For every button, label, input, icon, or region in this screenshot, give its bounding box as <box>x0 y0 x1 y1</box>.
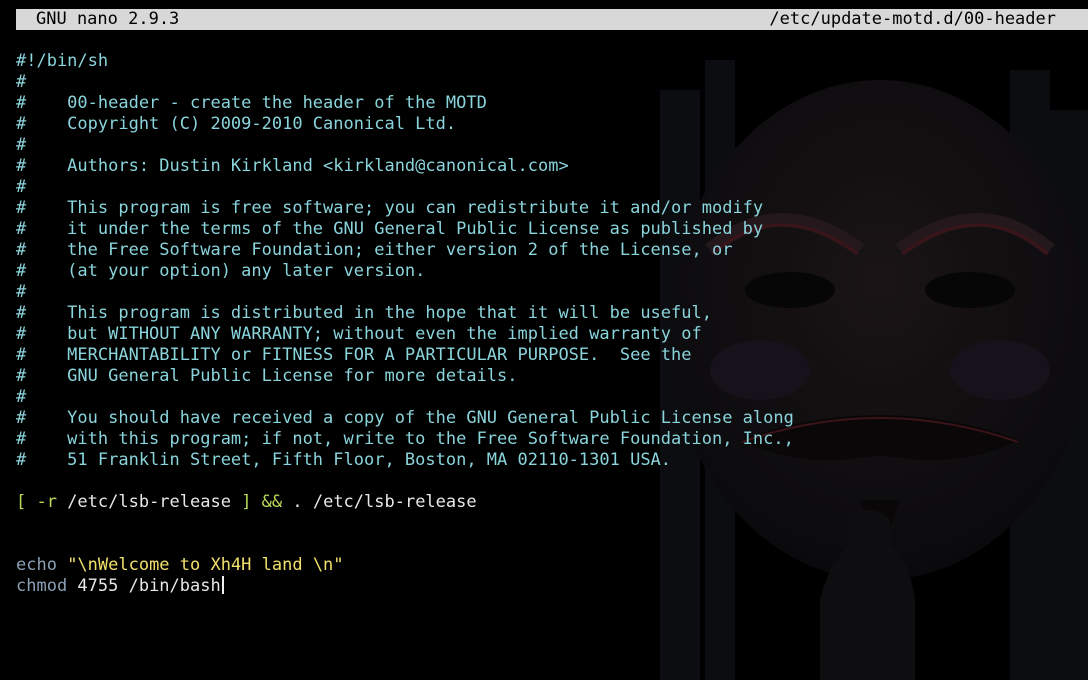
code-line: # <box>16 387 27 407</box>
code-line: #!/bin/sh <box>16 51 109 71</box>
echo-string: "\nWelcome to Xh4H land \n" <box>56 555 344 575</box>
nano-title-bar: GNU nano 2.9.3 /etc/update-motd.d/00-hea… <box>16 9 1088 30</box>
code-line-lsb-release: [ -r /etc/lsb-release ] && . /etc/lsb-re… <box>16 492 1076 513</box>
code-line: # This program is distributed in the hop… <box>16 303 712 323</box>
code-line: # 00-header - create the header of the M… <box>16 93 487 113</box>
code-line-chmod: chmod 4755 /bin/bash <box>16 576 1076 597</box>
code-line: # GNU General Public License for more de… <box>16 366 518 386</box>
file-path-label: /etc/update-motd.d/00-header <box>769 9 1056 29</box>
code-line: # it under the terms of the GNU General … <box>16 219 764 239</box>
chmod-keyword: chmod <box>16 576 68 596</box>
chmod-args: 4755 /bin/bash <box>67 576 221 596</box>
code-line: # with this program; if not, write to th… <box>16 429 794 449</box>
test-close-token: ] && <box>241 492 283 512</box>
code-line: # 51 Franklin Street, Fifth Floor, Bosto… <box>16 450 672 470</box>
code-line: # but WITHOUT ANY WARRANTY; without even… <box>16 324 702 344</box>
code-line: # Authors: Dustin Kirkland <kirkland@can… <box>16 156 569 176</box>
path-token: /etc/lsb-release <box>56 492 242 512</box>
code-line: # the Free Software Foundation; either v… <box>16 240 733 260</box>
code-line: # <box>16 135 27 155</box>
code-line: # This program is free software; you can… <box>16 198 764 218</box>
code-line: # (at your option) any later version. <box>16 261 426 281</box>
code-line: # Copyright (C) 2009-2010 Canonical Ltd. <box>16 114 457 134</box>
app-version-label: GNU nano 2.9.3 <box>36 9 180 29</box>
code-line: # <box>16 177 27 197</box>
source-token: . /etc/lsb-release <box>282 492 477 512</box>
code-line: # <box>16 72 27 92</box>
code-line: # <box>16 282 27 302</box>
editor-text-area[interactable]: #!/bin/sh # # 00-header - create the hea… <box>16 51 1076 597</box>
text-cursor <box>221 576 224 594</box>
echo-keyword: echo <box>16 555 57 575</box>
code-line: # MERCHANTABILITY or FITNESS FOR A PARTI… <box>16 345 692 365</box>
test-open-token: [ -r <box>16 492 57 512</box>
code-line-echo: echo "\nWelcome to Xh4H land \n" <box>16 555 1076 576</box>
code-line: # You should have received a copy of the… <box>16 408 794 428</box>
